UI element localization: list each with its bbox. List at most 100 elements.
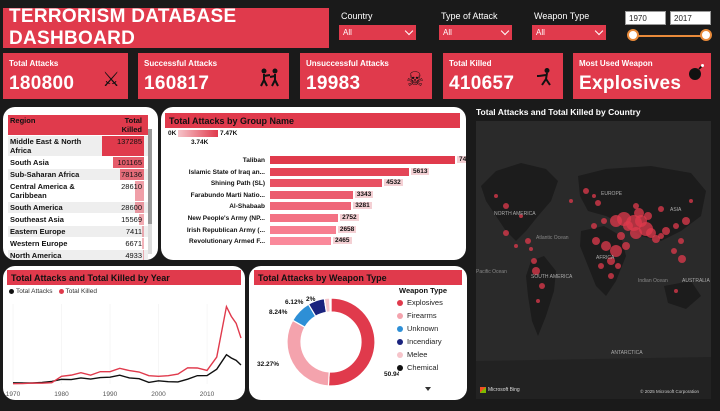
group-bar[interactable] bbox=[270, 167, 410, 176]
map-bubble[interactable] bbox=[539, 283, 545, 289]
group-bar[interactable] bbox=[270, 214, 339, 222]
scrollbar[interactable] bbox=[148, 129, 152, 254]
table-row[interactable]: Southeast Asia 15569 bbox=[8, 214, 148, 226]
map-bubble[interactable] bbox=[644, 212, 652, 220]
group-name-label: Farabundo Marti Natio... bbox=[190, 191, 265, 199]
map-bubble[interactable] bbox=[689, 199, 693, 203]
country-filter-dropdown[interactable]: All bbox=[339, 25, 416, 40]
map-bubble[interactable] bbox=[592, 194, 596, 198]
map-bubble[interactable] bbox=[674, 289, 678, 293]
table-row[interactable]: Sub-Saharan Africa 78136 bbox=[8, 169, 148, 181]
map-bubble[interactable] bbox=[682, 217, 690, 225]
map-bubble[interactable] bbox=[598, 263, 604, 269]
map-bubble[interactable] bbox=[595, 200, 601, 206]
region-name: Sub-Saharan Africa bbox=[10, 170, 80, 179]
map-bubble[interactable] bbox=[634, 208, 644, 218]
table-row[interactable]: South Asia 101165 bbox=[8, 157, 148, 169]
region-killed-value: 7411 bbox=[102, 226, 144, 237]
map-bubble[interactable] bbox=[536, 299, 540, 303]
donut-slice-firearms[interactable] bbox=[286, 319, 330, 387]
legend-item[interactable]: Unknown bbox=[397, 322, 443, 335]
weapon-type-filter-dropdown[interactable]: All bbox=[532, 25, 606, 40]
table-row[interactable]: North America 4933 bbox=[8, 250, 148, 260]
donut-slice-chemical[interactable] bbox=[329, 297, 332, 313]
group-bar[interactable] bbox=[270, 179, 383, 188]
group-bar[interactable] bbox=[270, 156, 455, 164]
group-bar[interactable] bbox=[270, 190, 353, 199]
year-slider-track[interactable] bbox=[634, 35, 706, 37]
map-bubble[interactable] bbox=[601, 218, 607, 224]
group-bar[interactable] bbox=[270, 237, 332, 246]
skull-icon: ☠ bbox=[406, 69, 424, 91]
map-bubble[interactable] bbox=[678, 255, 686, 263]
region-killed-value: 28600 bbox=[102, 202, 144, 213]
legend-item[interactable]: Firearms bbox=[397, 309, 443, 322]
table-row[interactable]: Middle East & North Africa 137285 bbox=[8, 136, 148, 157]
map-bubble[interactable] bbox=[592, 237, 600, 245]
region-killed-value: 6671 bbox=[102, 238, 144, 249]
map-bubble[interactable] bbox=[529, 247, 533, 251]
table-row[interactable]: Central America & Caribbean 28610 bbox=[8, 181, 148, 202]
map-bubble[interactable] bbox=[671, 248, 677, 254]
year-to-input[interactable]: 2017 bbox=[670, 11, 711, 25]
map-bubble[interactable] bbox=[673, 223, 679, 229]
legend-label: Unknown bbox=[407, 324, 439, 333]
weapon-type-filter-label: Weapon Type bbox=[534, 11, 590, 21]
group-bar[interactable] bbox=[270, 202, 352, 211]
group-bar[interactable] bbox=[270, 225, 336, 234]
map-bubble[interactable] bbox=[569, 199, 573, 203]
legend-label: Explosives bbox=[407, 298, 443, 307]
map-bubble[interactable] bbox=[630, 227, 642, 239]
table-row[interactable]: Eastern Europe 7411 bbox=[8, 226, 148, 238]
map-bubble[interactable] bbox=[622, 242, 630, 250]
year-from-input[interactable]: 1970 bbox=[625, 11, 666, 25]
map-bubble[interactable] bbox=[503, 203, 509, 209]
microsoft-logo-icon bbox=[480, 387, 486, 393]
year-chart-panel: Total Attacks and Total Killed by Year T… bbox=[3, 266, 245, 400]
year-line-chart[interactable]: 1970 1980 1990 2000 2010 bbox=[3, 296, 245, 400]
year-slider-end-handle[interactable] bbox=[700, 29, 712, 41]
donut-slice-explosives[interactable] bbox=[327, 297, 376, 387]
map-bubble[interactable] bbox=[601, 241, 611, 251]
map-bubble[interactable] bbox=[494, 194, 498, 198]
map-bubble[interactable] bbox=[658, 206, 664, 212]
region-killed-value: 15569 bbox=[102, 214, 144, 225]
table-row[interactable]: Western Europe 6671 bbox=[8, 238, 148, 250]
map-attribution: © 2025 Microsoft Corporation bbox=[640, 389, 699, 394]
map-label: AFRICA bbox=[596, 255, 615, 261]
x-tick-label: 1970 bbox=[6, 391, 21, 398]
map-bubble[interactable] bbox=[662, 227, 670, 235]
world-map[interactable]: NORTH AMERICA EUROPE ASIA Atlantic Ocean… bbox=[476, 121, 711, 399]
legend-item[interactable]: Explosives bbox=[397, 296, 443, 309]
legend-item[interactable]: Melee bbox=[397, 348, 443, 361]
map-bubble[interactable] bbox=[658, 233, 664, 239]
legend-marker bbox=[397, 299, 403, 306]
map-bubble[interactable] bbox=[617, 232, 625, 240]
map-bubble[interactable] bbox=[591, 223, 597, 229]
group-value-label: 3281 bbox=[353, 202, 372, 210]
year-slider-start-handle[interactable] bbox=[627, 29, 639, 41]
map-bubble[interactable] bbox=[583, 188, 589, 194]
map-bubble[interactable] bbox=[608, 273, 614, 279]
group-chart-panel: Total Attacks by Group Name 0K 7.47K 3.7… bbox=[161, 107, 466, 260]
column-header-total-killed[interactable]: Total Killed bbox=[102, 115, 144, 135]
legend-scroll-down-icon[interactable] bbox=[425, 387, 431, 391]
column-header-region[interactable]: Region bbox=[8, 115, 102, 135]
attack-type-filter-dropdown[interactable]: All bbox=[439, 25, 512, 40]
map-bubble[interactable] bbox=[514, 244, 518, 248]
region-killed-value: 101165 bbox=[102, 157, 144, 168]
map-bubble[interactable] bbox=[503, 230, 509, 236]
legend-item[interactable]: Chemical bbox=[397, 361, 443, 374]
map-label: Atlantic Ocean bbox=[536, 235, 569, 241]
map-bubble[interactable] bbox=[633, 203, 639, 209]
group-name-label: Revolutionary Armed F... bbox=[189, 238, 265, 246]
map-bubble[interactable] bbox=[615, 263, 621, 269]
map-bubble[interactable] bbox=[531, 258, 537, 264]
region-killed-value: 137285 bbox=[102, 136, 144, 156]
weapon-donut-chart[interactable]: 50.94%32.27%8.24%6.12%2% bbox=[249, 286, 399, 400]
table-row[interactable]: South America 28600 bbox=[8, 202, 148, 214]
map-bubble[interactable] bbox=[525, 238, 531, 244]
legend-item[interactable]: Incendiary bbox=[397, 335, 443, 348]
map-bubble[interactable] bbox=[678, 238, 684, 244]
chevron-down-icon bbox=[500, 26, 510, 36]
